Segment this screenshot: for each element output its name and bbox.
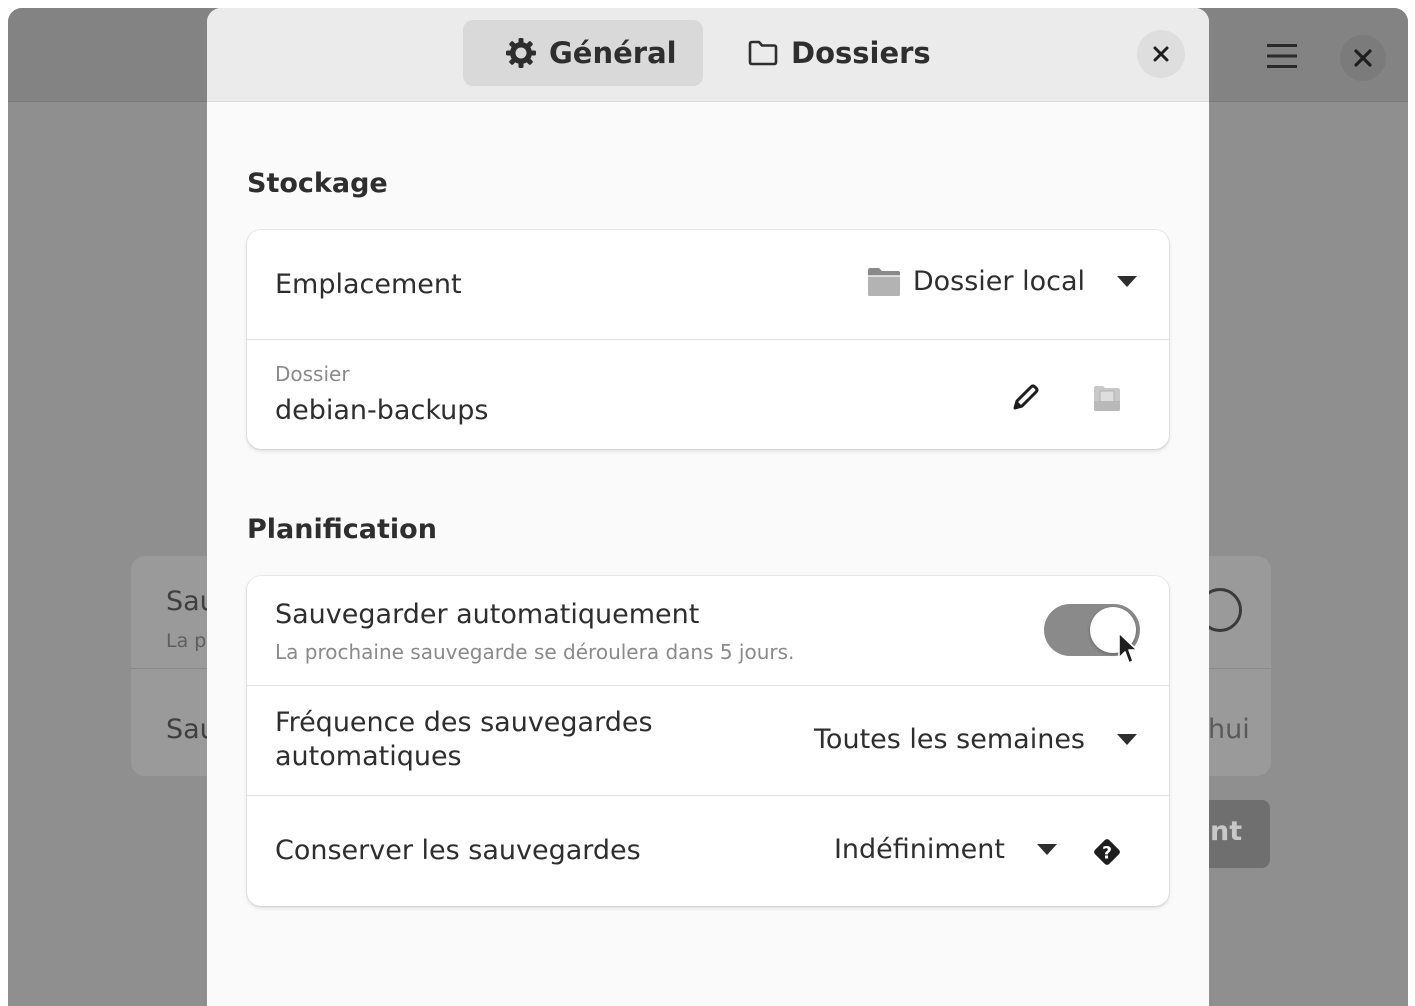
- tab-general[interactable]: Général: [463, 20, 703, 86]
- location-label: Emplacement: [275, 269, 462, 300]
- local-folder-icon: [867, 267, 901, 297]
- frequency-row: Fréquence des sauvegardes automatiques T…: [247, 686, 1169, 796]
- location-value: Dossier local: [912, 266, 1085, 297]
- storage-card: Emplacement Dossier local Dossier debian…: [247, 230, 1169, 449]
- auto-backup-row: Sauvegarder automatiquement La prochaine…: [247, 576, 1169, 686]
- dialog-close-button[interactable]: [1137, 30, 1185, 78]
- folder-icon: [747, 39, 779, 67]
- folder-caption: Dossier: [275, 362, 350, 386]
- frequency-label-line2: automatiques: [275, 741, 462, 772]
- bg-row1-subtitle: La p: [166, 630, 207, 652]
- chevron-down-icon: [1117, 734, 1137, 745]
- location-row: Emplacement Dossier local: [247, 230, 1169, 340]
- tab-dossiers-label: Dossiers: [791, 36, 931, 70]
- keep-backups-row: Conserver les sauvegardes Indéfiniment ?: [247, 796, 1169, 906]
- chevron-down-icon: [1037, 844, 1057, 855]
- folder-document-icon: [1092, 383, 1122, 413]
- storage-heading: Stockage: [247, 168, 388, 199]
- close-icon: [1153, 46, 1169, 62]
- chevron-down-icon: [1117, 276, 1137, 287]
- hamburger-menu-icon: [1260, 36, 1304, 76]
- gear-icon: [505, 37, 537, 69]
- location-dropdown[interactable]: Dossier local: [867, 266, 1137, 297]
- tab-general-label: Général: [549, 36, 677, 70]
- frequency-value: Toutes les semaines: [814, 724, 1085, 755]
- preferences-dialog: Général Dossiers Stockage Emplacement Do…: [207, 8, 1209, 1006]
- schedule-heading: Planification: [247, 514, 437, 545]
- auto-backup-label: Sauvegarder automatiquement: [275, 599, 700, 630]
- auto-backup-subtitle: La prochaine sauvegarde se déroulera dan…: [275, 640, 795, 664]
- frequency-label-line1: Fréquence des sauvegardes: [275, 707, 653, 738]
- bg-row2-value: hui: [1208, 714, 1250, 745]
- tab-dossiers[interactable]: Dossiers: [721, 20, 959, 86]
- open-folder-button[interactable]: [1085, 376, 1129, 420]
- folder-row: Dossier debian-backups: [247, 340, 1169, 449]
- pencil-icon: [1010, 383, 1040, 413]
- svg-text:?: ?: [1102, 844, 1112, 864]
- dialog-header: Général Dossiers: [207, 8, 1209, 102]
- main-window-close-icon: [1340, 35, 1386, 81]
- keep-backups-help-button[interactable]: ?: [1085, 830, 1129, 874]
- bg-action-button-label: nt: [1210, 816, 1243, 847]
- edit-folder-button[interactable]: [1003, 376, 1047, 420]
- schedule-card: Sauvegarder automatiquement La prochaine…: [247, 576, 1169, 906]
- mouse-cursor-icon: [1118, 632, 1142, 670]
- keep-backups-value: Indéfiniment: [833, 834, 1005, 865]
- folder-value: debian-backups: [275, 395, 489, 426]
- keep-backups-dropdown[interactable]: Indéfiniment: [834, 834, 1057, 865]
- frequency-dropdown[interactable]: Toutes les semaines: [814, 724, 1137, 755]
- help-icon: ?: [1090, 835, 1124, 869]
- keep-backups-label: Conserver les sauvegardes: [275, 835, 641, 866]
- bg-action-button: nt: [1200, 800, 1270, 868]
